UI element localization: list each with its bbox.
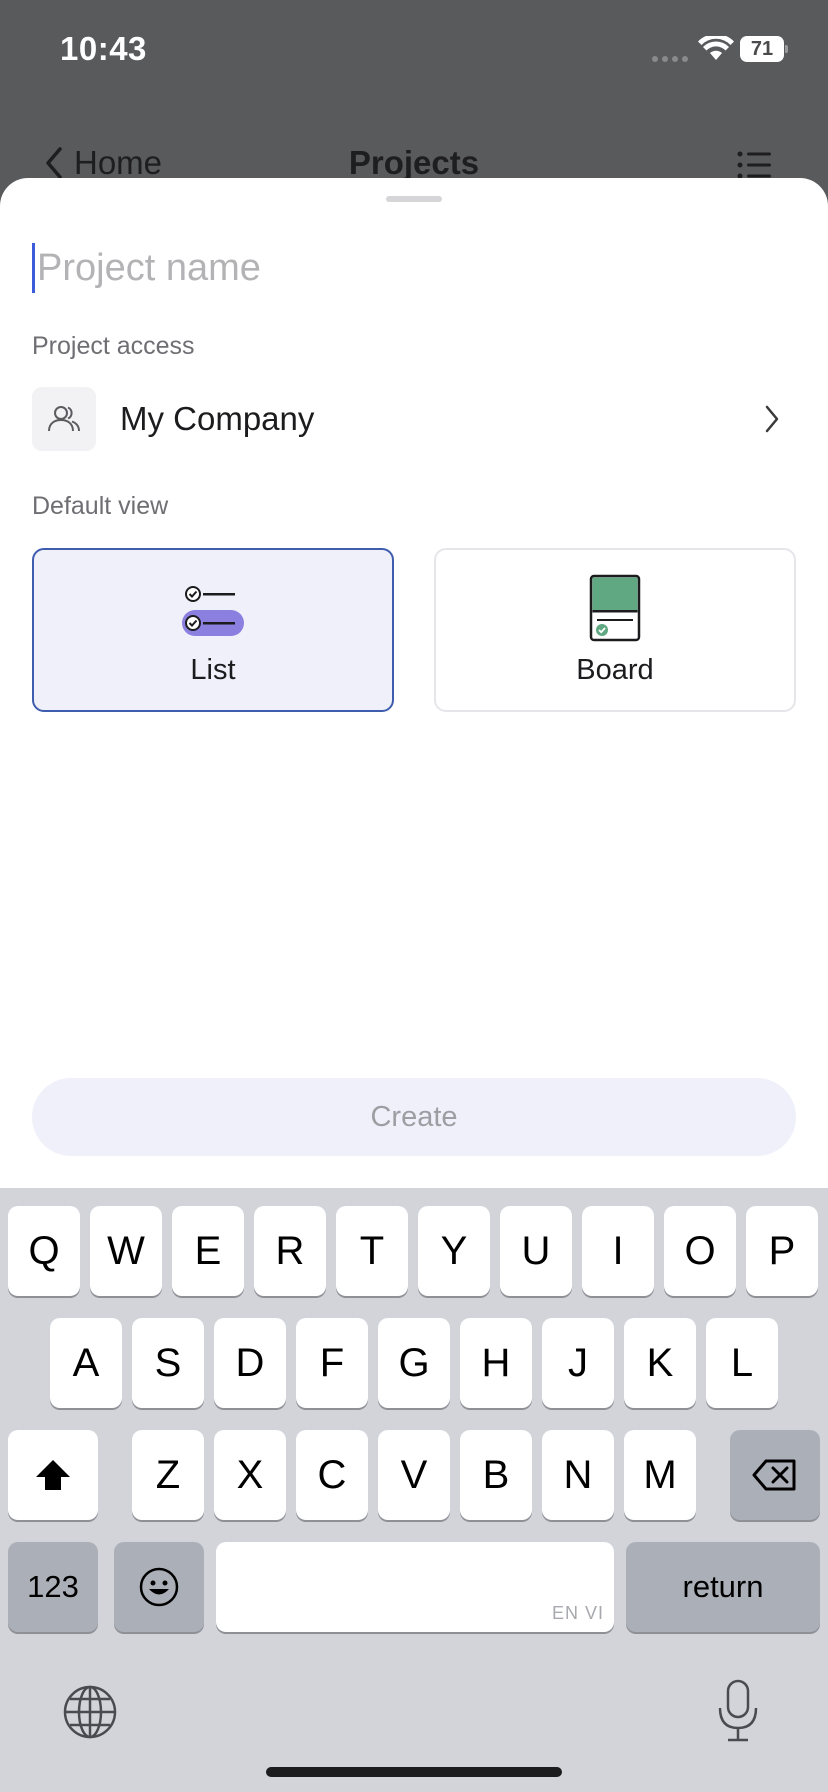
- return-key[interactable]: return: [626, 1542, 820, 1632]
- create-button[interactable]: Create: [32, 1078, 796, 1156]
- key-x[interactable]: X: [214, 1430, 286, 1520]
- home-indicator[interactable]: [266, 1767, 562, 1777]
- project-name-placeholder: Project name: [37, 246, 261, 289]
- project-access-row[interactable]: My Company: [32, 386, 796, 452]
- key-h[interactable]: H: [460, 1318, 532, 1408]
- key-m[interactable]: M: [624, 1430, 696, 1520]
- key-q[interactable]: Q: [8, 1206, 80, 1296]
- shift-key[interactable]: [8, 1430, 98, 1520]
- key-t[interactable]: T: [336, 1206, 408, 1296]
- globe-icon[interactable]: [62, 1684, 118, 1740]
- key-f[interactable]: F: [296, 1318, 368, 1408]
- shift-icon: [36, 1460, 70, 1490]
- team-icon: [32, 387, 96, 451]
- keyboard: Q W E R T Y U I O P A S D F G H J K L Z …: [0, 1188, 828, 1792]
- space-key[interactable]: EN VI: [216, 1542, 614, 1632]
- key-k[interactable]: K: [624, 1318, 696, 1408]
- cellular-signal-icon: [652, 56, 688, 62]
- microphone-icon[interactable]: [716, 1678, 760, 1744]
- status-time: 10:43: [60, 30, 147, 67]
- battery-icon: 71: [740, 36, 788, 62]
- key-r[interactable]: R: [254, 1206, 326, 1296]
- wifi-icon: [698, 36, 734, 60]
- key-v[interactable]: V: [378, 1430, 450, 1520]
- key-b[interactable]: B: [460, 1430, 532, 1520]
- backspace-icon: [752, 1459, 796, 1491]
- key-g[interactable]: G: [378, 1318, 450, 1408]
- key-n[interactable]: N: [542, 1430, 614, 1520]
- numbers-key[interactable]: 123: [8, 1542, 98, 1632]
- battery-level: 71: [750, 38, 774, 60]
- key-j[interactable]: J: [542, 1318, 614, 1408]
- delete-key[interactable]: [730, 1430, 820, 1520]
- key-z[interactable]: Z: [132, 1430, 204, 1520]
- view-option-list[interactable]: List: [32, 548, 394, 712]
- view-option-board-label: Board: [576, 654, 654, 686]
- key-d[interactable]: D: [214, 1318, 286, 1408]
- status-bar: 10:43 71: [0, 0, 828, 100]
- key-u[interactable]: U: [500, 1206, 572, 1296]
- list-view-icon: [182, 586, 244, 636]
- key-p[interactable]: P: [746, 1206, 818, 1296]
- default-view-label: Default view: [32, 492, 169, 520]
- project-name-input[interactable]: Project name: [32, 240, 796, 296]
- view-option-board[interactable]: Board: [434, 548, 796, 712]
- key-c[interactable]: C: [296, 1430, 368, 1520]
- chevron-right-icon: [765, 405, 779, 433]
- key-w[interactable]: W: [90, 1206, 162, 1296]
- key-y[interactable]: Y: [418, 1206, 490, 1296]
- sheet-grabber[interactable]: [386, 196, 442, 202]
- board-view-icon: [589, 574, 641, 642]
- key-a[interactable]: A: [50, 1318, 122, 1408]
- view-option-list-label: List: [190, 654, 236, 686]
- project-access-value: My Company: [120, 400, 315, 437]
- page-title: Projects: [348, 144, 480, 181]
- keyboard-language-hint: EN VI: [551, 1603, 604, 1623]
- key-o[interactable]: O: [664, 1206, 736, 1296]
- project-access-label: Project access: [32, 332, 195, 360]
- text-caret: [32, 243, 35, 293]
- list-menu-icon[interactable]: [736, 150, 772, 180]
- emoji-icon: [139, 1567, 179, 1607]
- key-s[interactable]: S: [132, 1318, 204, 1408]
- key-e[interactable]: E: [172, 1206, 244, 1296]
- emoji-key[interactable]: [114, 1542, 204, 1632]
- key-i[interactable]: I: [582, 1206, 654, 1296]
- key-l[interactable]: L: [706, 1318, 778, 1408]
